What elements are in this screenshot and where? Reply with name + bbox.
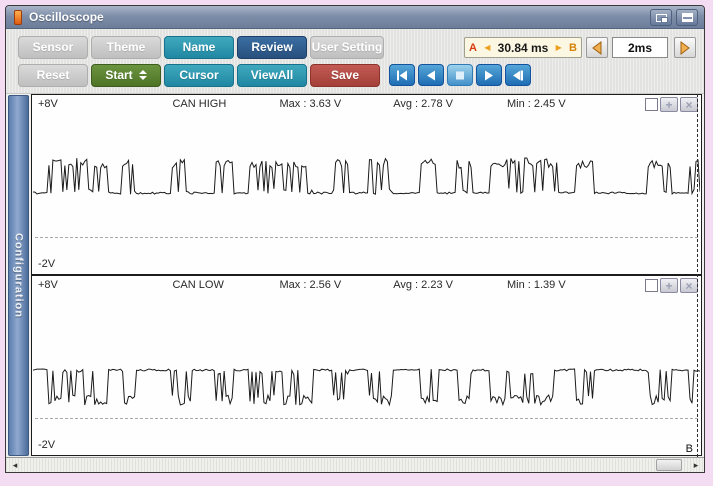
zero-reference-line [35,237,698,238]
channel-panel-can-high: +8V CAN HIGH Max : 3.63 V Avg : 2.78 V M… [31,94,702,275]
cascade-window-icon [655,13,668,23]
name-button[interactable]: Name [164,35,234,59]
oscilloscope-device-icon [14,9,22,25]
ab-time-value: 30.84 ms [497,40,549,55]
cursor-b-right-icon: ▶ [555,43,562,52]
start-spinner-icon [138,70,147,80]
start-button[interactable]: Start [91,63,161,87]
reset-button[interactable]: Reset [18,63,88,87]
scroll-right-button[interactable]: ▸ [689,458,703,472]
skip-to-end-button[interactable] [505,64,531,86]
timebase-field[interactable]: 2ms [612,37,668,58]
save-button[interactable]: Save [310,63,380,87]
cursor-button[interactable]: Cursor [164,63,234,87]
main-area: Configuration +8V CAN HIGH Max : 3.63 V … [6,94,704,457]
right-arrow-icon [680,40,690,55]
toolbar-row-1: Sensor Theme Name Review User Setting A … [18,35,704,59]
cursor-a-label: A [469,41,477,54]
cursor-a-left-icon: ◀ [484,43,491,52]
cascade-window-button[interactable] [650,9,672,26]
scroll-left-icon: ◂ [12,459,18,470]
step-back-icon [427,70,435,80]
channel-panel-can-low: +8V CAN LOW Max : 2.56 V Avg : 2.23 V Mi… [31,275,702,456]
scroll-right-icon: ▸ [693,459,699,470]
window-title: Oscilloscope [29,10,104,24]
start-button-label: Start [105,68,133,82]
b-cursor-line[interactable] [697,94,698,457]
sensor-button[interactable]: Sensor [18,35,88,59]
step-back-button[interactable] [418,64,444,86]
stop-button[interactable] [447,64,473,86]
scrollbar-thumb[interactable] [656,459,682,471]
bottom-voltage-label: -2V [38,258,56,270]
cursor-b-label: B [569,41,577,54]
left-arrow-icon [592,40,602,55]
timebase-decrease-button[interactable] [586,37,608,58]
split-horizontal-button[interactable] [676,9,698,26]
configuration-label: Configuration [12,232,25,319]
scroll-left-button[interactable]: ◂ [8,458,22,472]
titlebar[interactable]: Oscilloscope [6,6,704,29]
skip-to-start-button[interactable] [389,64,415,86]
ab-cursor-display[interactable]: A ◀ 30.84 ms ▶ B [464,37,582,58]
toolbar: Sensor Theme Name Review User Setting A … [6,29,704,94]
play-icon [485,70,493,80]
oscilloscope-window: Oscilloscope Sensor Theme Name Review Us… [5,5,705,473]
skip-to-end-icon [513,70,523,80]
b-cursor-marker-label: B [685,443,693,455]
waveform-panels: +8V CAN HIGH Max : 3.63 V Avg : 2.78 V M… [31,94,702,457]
horizontal-scrollbar[interactable]: ◂ ▸ [6,457,704,472]
play-button[interactable] [476,64,502,86]
bottom-voltage-label: -2V [38,439,56,451]
toolbar-row-2: Reset Start Cursor ViewAll Save [18,63,704,87]
viewall-button[interactable]: ViewAll [237,63,307,87]
playback-controls [389,64,531,86]
user-setting-button[interactable]: User Setting [310,35,384,59]
window-controls [650,9,698,26]
skip-to-start-icon [397,70,407,80]
review-button[interactable]: Review [237,35,307,59]
stop-icon [456,71,464,79]
split-horizontal-icon [681,13,693,22]
timebase-increase-button[interactable] [674,37,696,58]
theme-button[interactable]: Theme [91,35,161,59]
zero-reference-line [35,418,698,419]
configuration-sidebar-tab[interactable]: Configuration [8,95,29,456]
